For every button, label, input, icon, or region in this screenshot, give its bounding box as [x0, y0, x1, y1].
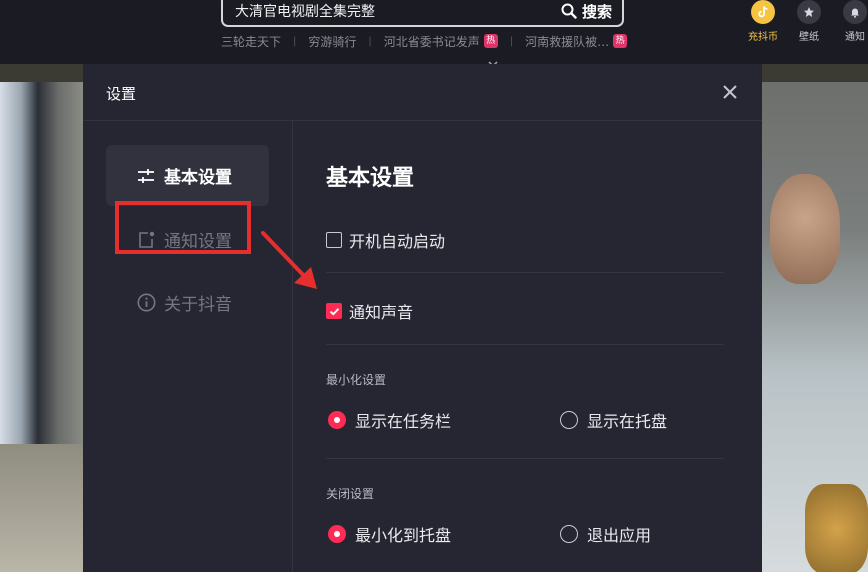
check-icon — [329, 307, 339, 316]
section-title: 基本设置 — [326, 166, 415, 191]
search-input[interactable] — [235, 0, 535, 22]
hot-badge: 热 — [483, 34, 498, 48]
info-icon — [136, 293, 156, 313]
radio-label: 最小化到托盘 — [355, 526, 452, 545]
radio-show-in-tray[interactable]: 显示在托盘 — [560, 408, 667, 432]
sidebar-item-label: 通知设置 — [164, 232, 232, 252]
recharge-coin-button[interactable]: 充抖币 — [740, 0, 786, 43]
radio-label: 退出应用 — [587, 526, 652, 545]
hot-search-item[interactable]: 河北省委书记发声热 — [384, 33, 498, 50]
hot-search-list: 三轮走天下 | 穷游骑行 | 河北省委书记发声热 | 河南救援队被… 热 — [221, 33, 628, 50]
sidebar-item-label: 关于抖音 — [164, 295, 232, 315]
notification-button[interactable]: 通知 — [832, 0, 868, 43]
radio-button[interactable] — [328, 411, 346, 429]
radio-label: 显示在任务栏 — [355, 412, 452, 431]
divider — [326, 458, 724, 459]
radio-button[interactable] — [560, 411, 578, 429]
radio-label: 显示在托盘 — [587, 412, 668, 431]
separator: | — [368, 35, 372, 47]
bell-icon — [843, 0, 867, 24]
app-window: 搜索 三轮走天下 | 穷游骑行 | 河北省委书记发声热 | 河南救援队被…热 充… — [0, 0, 868, 572]
video-frame-left-lower — [0, 444, 84, 572]
wallpaper-label: 壁纸 — [799, 32, 819, 43]
notify-sound-checkbox[interactable] — [326, 303, 342, 319]
video-person — [770, 174, 840, 284]
hot-search-item[interactable]: 穷游骑行 — [308, 33, 356, 50]
radio-show-in-taskbar[interactable]: 显示在任务栏 — [328, 408, 451, 432]
wallpaper-icon — [797, 0, 821, 24]
radio-minimize-to-tray[interactable]: 最小化到托盘 — [328, 522, 451, 546]
sidebar-item-label: 基本设置 — [164, 168, 232, 188]
sidebar-item-basic-settings[interactable]: 基本设置 — [106, 145, 269, 206]
radio-exit-app[interactable]: 退出应用 — [560, 522, 651, 546]
hot-search-item[interactable]: 河南救援队被… 热 — [525, 33, 628, 50]
recharge-coin-label: 充抖币 — [748, 32, 778, 43]
top-right-actions: 充抖币 壁纸 通知 — [740, 0, 868, 43]
search-icon — [561, 3, 577, 19]
hot-badge: 热 — [613, 34, 628, 48]
search-button[interactable]: 搜索 — [561, 0, 612, 22]
wallpaper-button[interactable]: 壁纸 — [786, 0, 832, 43]
divider — [326, 272, 724, 273]
auto-start-checkbox[interactable] — [326, 232, 342, 248]
divider — [326, 344, 724, 345]
search-button-label: 搜索 — [581, 2, 612, 21]
settings-content: 基本设置 开机自动启动 通知声音 最小化设置 显示在任务栏 显示在托盘 关闭设置… — [294, 121, 762, 572]
dialog-header: 设置 — [83, 64, 762, 121]
hot-search-item[interactable]: 三轮走天下 — [221, 33, 281, 50]
chevron-down-icon[interactable] — [486, 54, 500, 68]
minimize-settings-label: 最小化设置 — [326, 373, 387, 387]
settings-sidebar: 基本设置 通知设置 关于抖音 — [83, 121, 317, 572]
notification-icon — [136, 230, 156, 250]
notification-label: 通知 — [845, 32, 865, 43]
auto-start-label: 开机自动启动 — [349, 232, 446, 251]
search-box: 搜索 — [221, 0, 624, 27]
notify-sound-label: 通知声音 — [349, 303, 414, 322]
video-object — [805, 484, 868, 572]
close-icon[interactable] — [720, 82, 740, 102]
sidebar-item-notification-settings[interactable]: 通知设置 — [106, 209, 269, 270]
sidebar-item-about[interactable]: 关于抖音 — [106, 272, 269, 333]
notify-sound-option[interactable]: 通知声音 — [326, 299, 413, 323]
douyin-coin-icon — [751, 0, 775, 24]
top-bar: 搜索 三轮走天下 | 穷游骑行 | 河北省委书记发声热 | 河南救援队被…热 充… — [0, 0, 868, 68]
radio-button[interactable] — [560, 525, 578, 543]
sliders-icon — [136, 166, 156, 186]
close-settings-label: 关闭设置 — [326, 487, 375, 501]
radio-button[interactable] — [328, 525, 346, 543]
auto-start-option[interactable]: 开机自动启动 — [326, 228, 445, 252]
separator: | — [293, 35, 297, 47]
dialog-title: 设置 — [106, 85, 137, 103]
settings-dialog: 设置 基本设置 通知设置 关于抖音 基本设置 开机自动启动 通知声音 最小化设置… — [83, 64, 762, 572]
separator: | — [509, 35, 514, 47]
